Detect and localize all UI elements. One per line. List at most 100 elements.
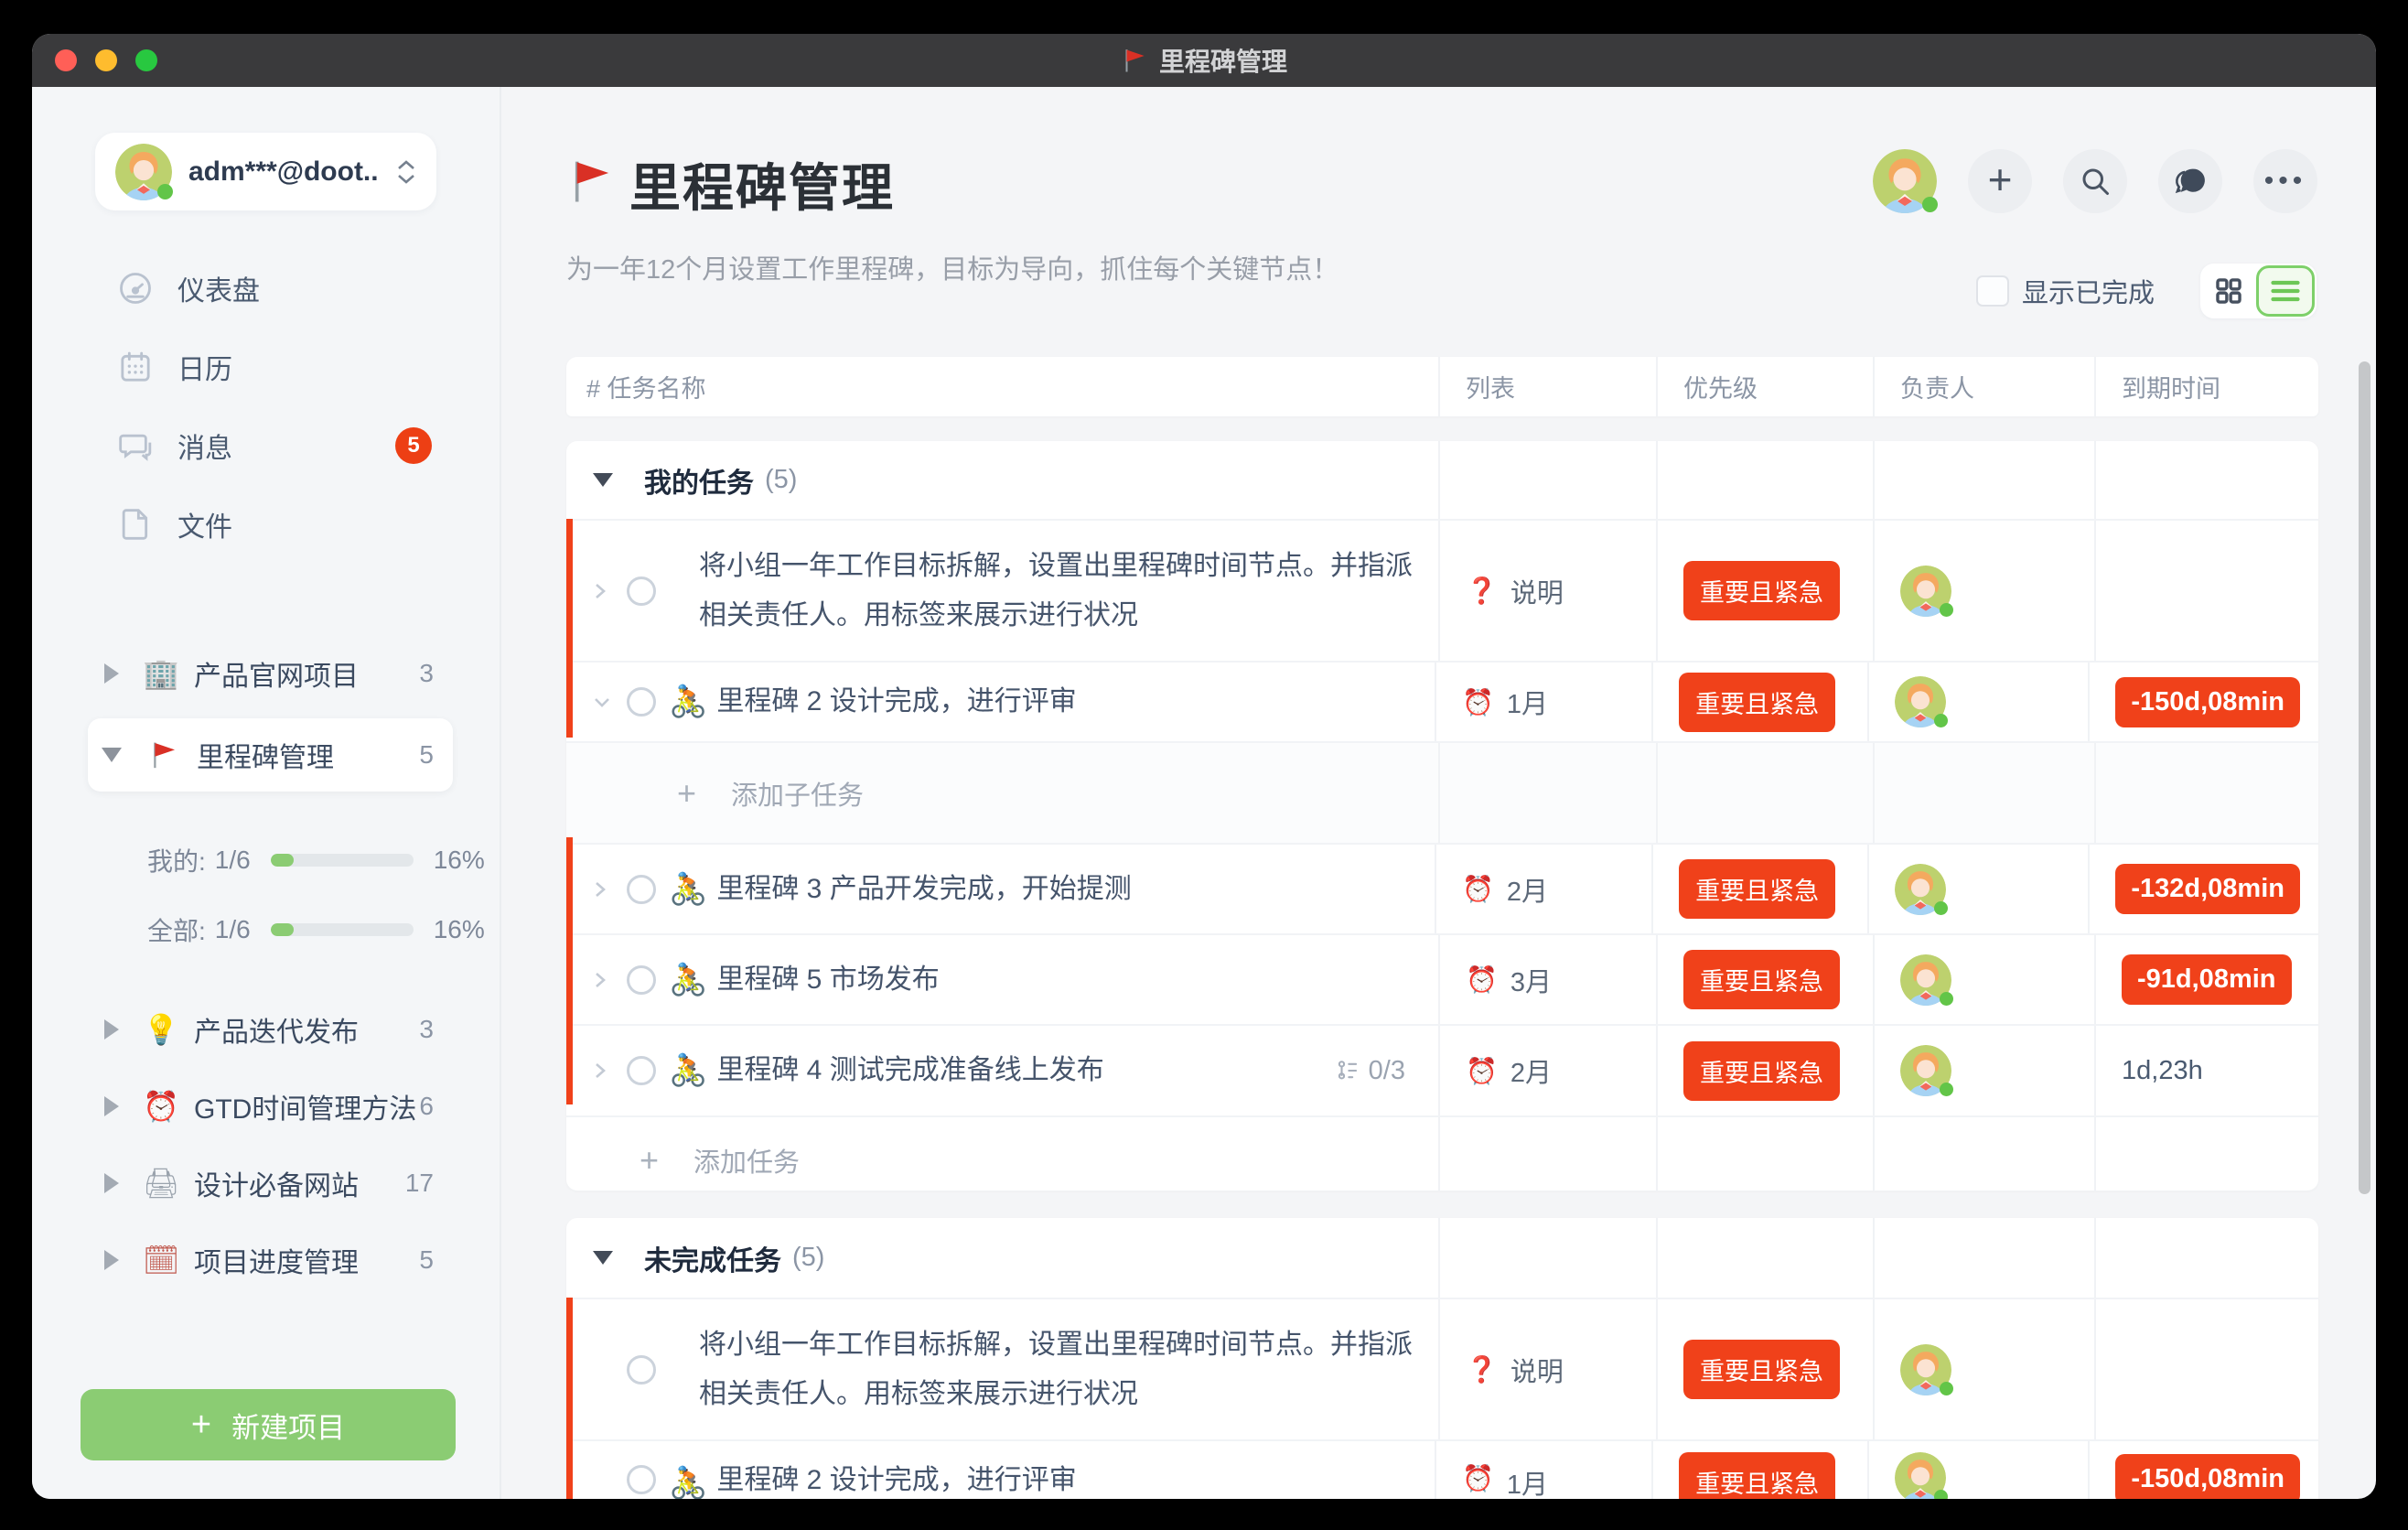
vertical-scrollbar[interactable] [2359,361,2370,1194]
question-mark-icon: ❓ [1466,576,1498,606]
online-status-dot [1934,901,1948,915]
collapse-arrow-icon[interactable] [104,1173,119,1193]
progress-all: 全部: 1/6 16% [32,895,500,964]
subtask-counter: 0/3 [1336,1056,1405,1086]
biker-icon: 🚴 [669,684,707,720]
chat-icon [2172,163,2209,199]
chevron-right-icon[interactable] [590,578,618,604]
task-title: 里程碑 2 设计完成，进行评审 [716,1465,1076,1496]
collapse-arrow-icon[interactable] [104,1019,119,1040]
collapse-arrow-icon[interactable] [104,663,119,684]
column-assignee[interactable]: 负责人 [1873,357,2094,416]
table-row[interactable]: 🚴 里程碑 4 测试完成准备线上发布 0/3 ⏰ 2月 [566,1024,2318,1115]
project-item-gtd[interactable]: ⏰ GTD时间管理方法 6 [32,1068,500,1145]
due-time-badge: -150d,08min [2115,1454,2300,1499]
task-complete-checkbox[interactable] [627,1465,656,1494]
project-item-schedule[interactable]: 🗓 项目进度管理 5 [32,1222,500,1298]
table-row[interactable]: 🚴 里程碑 3 产品开发完成，开始提测 ⏰ 2月 重要且紧急 -132d,08m… [566,843,2318,933]
chat-button[interactable] [2158,149,2222,213]
project-item-milestones[interactable]: 里程碑管理 5 [32,717,500,793]
add-task-row[interactable]: + 添加任务 [566,1115,2318,1191]
more-button[interactable]: ••• [2253,149,2317,213]
project-item-iteration[interactable]: 💡 产品迭代发布 3 [32,991,500,1068]
assignee-avatar[interactable] [1895,1452,1946,1499]
minimize-button[interactable] [95,49,117,71]
alarm-clock-icon: ⏰ [1462,1463,1494,1493]
biker-icon: 🚴 [669,962,707,998]
priority-badge: 重要且紧急 [1679,673,1835,732]
due-time-text: 1d,23h [2122,1056,2203,1086]
window-title: 里程碑管理 [1121,42,1287,79]
table-row[interactable]: 将小组一年工作目标拆解，设置出里程碑时间节点。并指派相关责任人。用标签来展示进行… [566,1298,2318,1439]
priority-badge: 重要且紧急 [1679,1452,1835,1499]
chevron-down-icon[interactable] [590,692,618,712]
building-icon: 🏢 [141,656,181,691]
task-title: 里程碑 4 测试完成准备线上发布 [716,1046,1103,1095]
user-avatar [115,144,172,200]
alarm-clock-icon: ⏰ [1466,1056,1498,1086]
project-item-product-site[interactable]: 🏢 产品官网项目 3 [32,635,500,712]
progress-my: 我的: 1/6 16% [32,825,500,895]
table-row[interactable]: 将小组一年工作目标拆解，设置出里程碑时间节点。并指派相关责任人。用标签来展示进行… [566,519,2318,661]
user-account-card[interactable]: adm***@doot... [95,133,436,210]
column-list[interactable]: 列表 [1438,357,1656,416]
close-button[interactable] [55,49,77,71]
assignee-avatar[interactable] [1900,954,1951,1006]
alarm-clock-icon: ⏰ [1462,687,1494,717]
task-complete-checkbox[interactable] [627,687,656,717]
assignee-avatar[interactable] [1895,676,1946,727]
task-complete-checkbox[interactable] [627,965,656,995]
printer-icon: 🖨 [141,1166,181,1201]
group-header[interactable]: 我的任务 (5) [566,441,2318,519]
task-title: 里程碑 5 市场发布 [716,955,939,1005]
sidebar-item-calendar[interactable]: 日历 [32,328,500,406]
show-completed-checkbox[interactable] [1976,275,2009,307]
task-complete-checkbox[interactable] [627,576,656,606]
sidebar-item-messages[interactable]: 消息 5 [32,406,500,485]
sidebar-item-dashboard[interactable]: 仪表盘 [32,249,500,328]
task-complete-checkbox[interactable] [627,1056,656,1085]
task-title: 里程碑 3 产品开发完成，开始提测 [716,865,1131,914]
priority-badge: 重要且紧急 [1683,561,1840,620]
plus-icon: + [191,1407,211,1442]
due-time-badge: -132d,08min [2115,864,2300,914]
zoom-button[interactable] [135,49,157,71]
list-view-button[interactable] [2256,265,2315,317]
search-button[interactable] [2063,149,2127,213]
group-header[interactable]: 未完成任务 (5) [566,1218,2318,1298]
board-view-button[interactable] [2200,275,2256,307]
table-row[interactable]: 🚴 里程碑 5 市场发布 ⏰ 3月 重要且紧急 -91d,08min [566,933,2318,1024]
member-avatar[interactable] [1873,149,1937,213]
collapse-arrow-icon[interactable] [104,1096,119,1116]
add-subtask-row[interactable]: + 添加子任务 [566,741,2318,843]
calendar-icon [117,349,154,385]
task-count: 5 [419,1245,434,1275]
assignee-avatar[interactable] [1895,864,1946,915]
assignee-avatar[interactable] [1900,1344,1951,1395]
plus-icon: + [1988,155,2013,204]
expand-arrow-icon[interactable] [102,748,122,762]
collapse-arrow-icon[interactable] [104,1250,119,1270]
task-complete-checkbox[interactable] [627,1355,656,1385]
column-task-name[interactable]: # 任务名称 [566,357,1438,416]
sidebar-item-files[interactable]: 文件 [32,485,500,564]
user-email: adm***@doot... [188,156,380,188]
assignee-avatar[interactable] [1900,566,1951,617]
table-row[interactable]: 🚴 里程碑 2 设计完成，进行评审 ⏰ 1月 重要且紧急 -150d,08min [566,661,2318,741]
progress-bar [271,854,414,867]
add-member-button[interactable]: + [1968,149,2032,213]
assignee-avatar[interactable] [1900,1045,1951,1096]
table-row[interactable]: 🚴 里程碑 2 设计完成，进行评审 ⏰ 1月 重要且紧急 -150d,08min [566,1439,2318,1499]
group-collapse-icon[interactable] [593,1251,613,1265]
chevron-right-icon[interactable] [590,1058,618,1083]
column-priority[interactable]: 优先级 [1656,357,1873,416]
chevron-right-icon[interactable] [590,967,618,993]
task-complete-checkbox[interactable] [627,875,656,904]
plus-icon: + [677,774,696,813]
column-due[interactable]: 到期时间 [2094,357,2318,416]
sidebar-item-label: 文件 [177,504,232,544]
group-collapse-icon[interactable] [593,473,613,487]
project-item-design-sites[interactable]: 🖨 设计必备网站 17 [32,1145,500,1222]
new-project-button[interactable]: + 新建项目 [81,1389,456,1460]
chevron-right-icon[interactable] [590,877,618,902]
